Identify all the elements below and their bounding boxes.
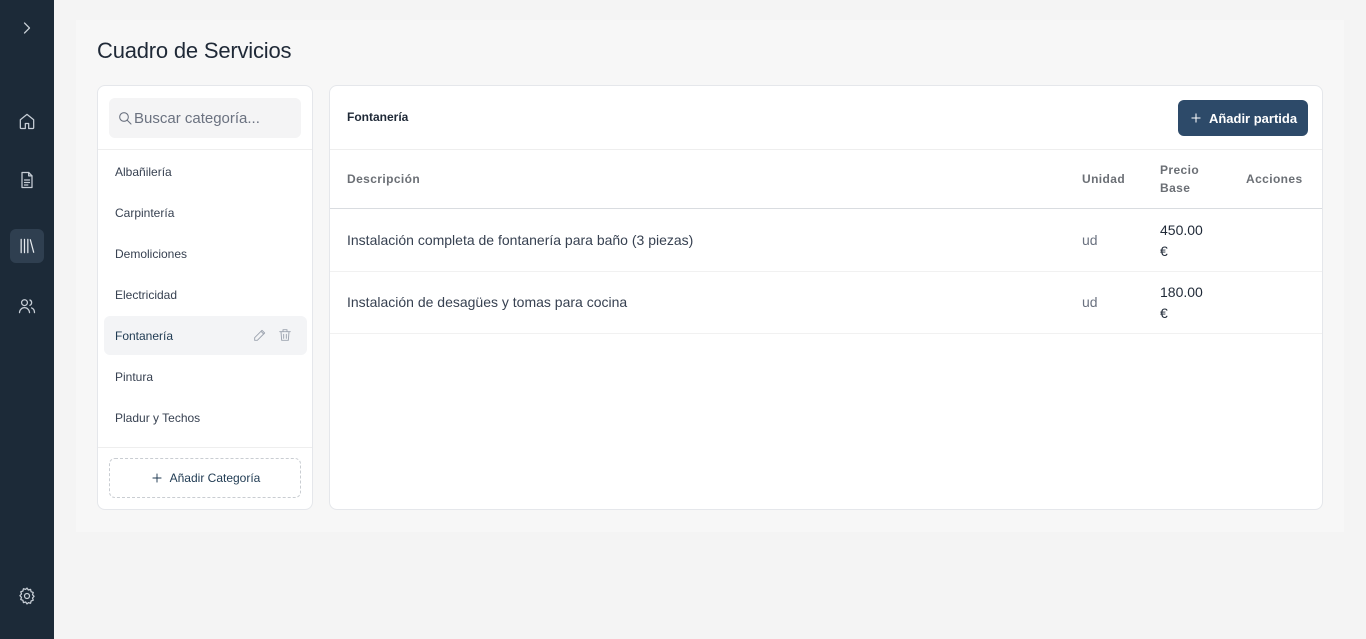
table-row: Instalación completa de fontanería para … — [330, 210, 1322, 272]
nav-home-button[interactable] — [10, 104, 44, 138]
category-label: Electricidad — [115, 287, 178, 302]
category-label: Pintura — [115, 369, 154, 384]
services-panel: Cuadro de Servicios Albañilería Carpinte… — [76, 20, 1344, 532]
column-actions: Acciones — [1246, 172, 1303, 186]
category-item-carpinteria[interactable]: Carpintería — [104, 193, 307, 232]
row-price: 180.00 € — [1160, 282, 1220, 324]
users-icon — [18, 299, 36, 314]
category-label: Fontanería — [115, 328, 174, 343]
category-search-input[interactable] — [134, 98, 294, 138]
document-icon — [21, 171, 33, 189]
category-label: Carpintería — [115, 205, 175, 220]
page-title: Cuadro de Servicios — [97, 38, 292, 63]
row-price-currency: € — [1160, 305, 1168, 321]
settings-button[interactable] — [10, 579, 44, 613]
table-header: Descripción Unidad Precio Base Acciones — [330, 150, 1322, 209]
row-price: 450.00 € — [1160, 220, 1220, 262]
plus-icon — [152, 473, 162, 483]
column-description: Descripción — [347, 172, 421, 186]
gear-icon — [19, 587, 35, 605]
category-actions — [252, 327, 293, 343]
category-label: Pladur y Techos — [115, 410, 201, 425]
category-card: Albañilería Carpintería Demoliciones Ele… — [97, 85, 313, 510]
nav-documents-button[interactable] — [10, 163, 44, 197]
category-item-fontaneria[interactable]: Fontanería — [104, 316, 307, 355]
row-unit: ud — [1082, 294, 1098, 310]
category-label: Demoliciones — [115, 246, 188, 261]
category-item-pintura[interactable]: Pintura — [104, 357, 307, 396]
category-search — [109, 98, 301, 138]
category-list: Albañilería Carpintería Demoliciones Ele… — [98, 152, 312, 439]
column-unit: Unidad — [1082, 172, 1126, 186]
category-item-pladur-y-techos[interactable]: Pladur y Techos — [104, 398, 307, 437]
nav-library-button[interactable] — [10, 229, 44, 263]
services-header: Fontanería Añadir partida — [330, 86, 1322, 150]
row-price-value: 450.00 — [1160, 222, 1203, 238]
nav-rail — [0, 0, 54, 639]
divider — [98, 149, 312, 150]
divider — [98, 447, 312, 448]
trash-icon[interactable] — [277, 327, 293, 343]
column-price-line1: Precio — [1160, 163, 1200, 177]
column-price-line2: Base — [1160, 181, 1191, 195]
pencil-icon[interactable] — [252, 327, 268, 343]
row-description: Instalación de desagües y tomas para coc… — [347, 294, 628, 310]
add-item-label: Añadir partida — [1208, 110, 1298, 126]
row-unit: ud — [1082, 232, 1098, 248]
search-icon — [119, 112, 132, 125]
library-icon — [20, 238, 35, 254]
row-description: Instalación completa de fontanería para … — [347, 232, 694, 248]
add-category-button[interactable]: Añadir Categoría — [109, 458, 301, 498]
category-item-albanileria[interactable]: Albañilería — [104, 152, 307, 191]
category-item-electricidad[interactable]: Electricidad — [104, 275, 307, 314]
row-price-value: 180.00 — [1160, 284, 1203, 300]
row-price-currency: € — [1160, 243, 1168, 259]
plus-icon — [1191, 113, 1201, 123]
category-label: Albañilería — [115, 164, 172, 179]
category-item-demoliciones[interactable]: Demoliciones — [104, 234, 307, 273]
home-icon — [19, 113, 35, 130]
services-card: Fontanería Añadir partida Descripción Un… — [329, 85, 1323, 510]
nav-clients-button[interactable] — [10, 289, 44, 323]
chevron-right-icon — [23, 22, 31, 34]
add-item-button[interactable]: Añadir partida — [1178, 100, 1308, 136]
section-title: Fontanería — [347, 110, 409, 124]
expand-sidebar-button[interactable] — [10, 11, 44, 45]
table-row: Instalación de desagües y tomas para coc… — [330, 272, 1322, 334]
column-price: Precio Base — [1160, 161, 1199, 197]
add-category-label: Añadir Categoría — [169, 471, 261, 485]
